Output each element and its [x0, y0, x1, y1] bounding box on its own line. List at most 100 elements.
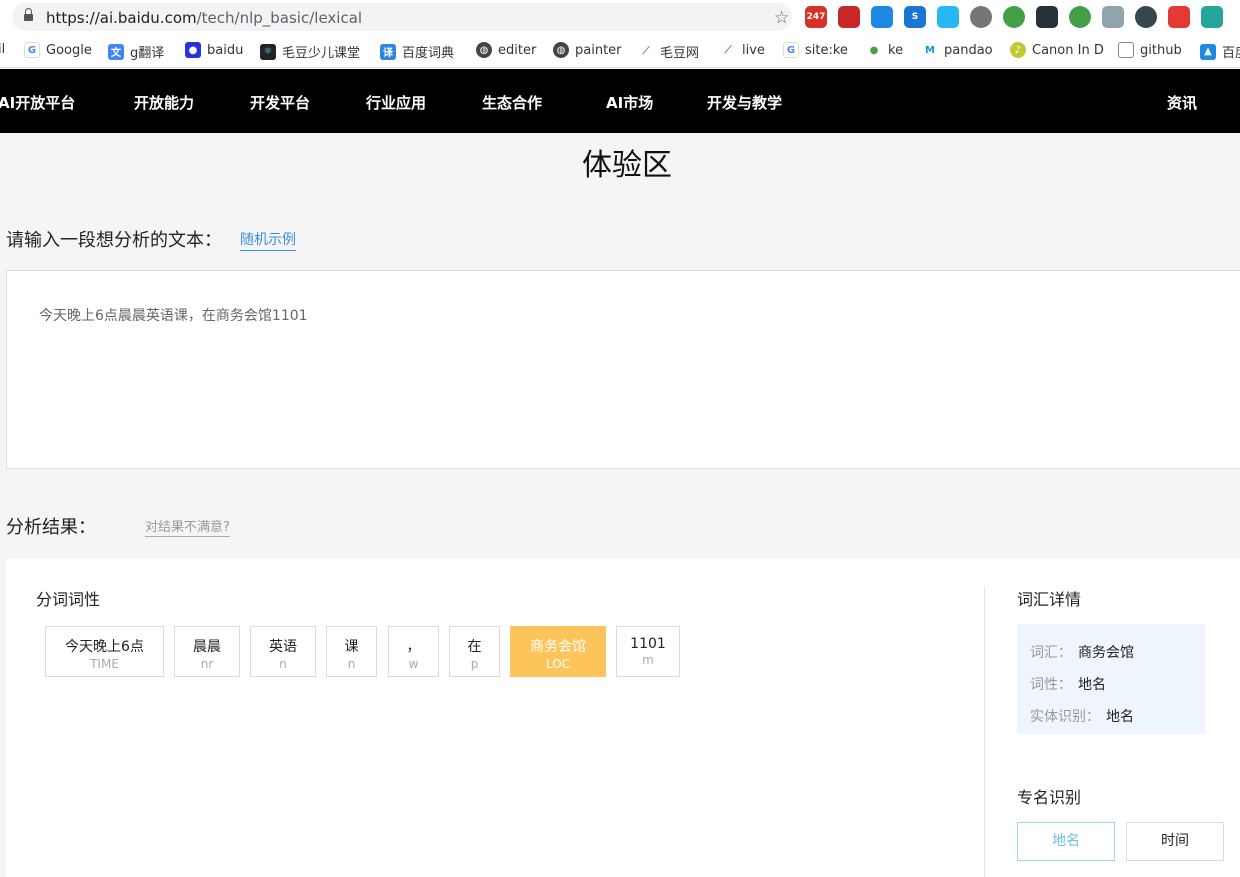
- result-panel: 分词词性 今天晚上6点 TIME 晨晨 nr 英语 n 课 n ， w 在 p …: [6, 559, 1240, 877]
- bookmark-google[interactable]: G Google: [24, 42, 92, 58]
- detail-row-entity: 实体识别： 地名: [1030, 701, 1192, 733]
- token-pos: w: [408, 657, 419, 671]
- token-pos: TIME: [90, 657, 119, 671]
- token-pos: m: [642, 653, 654, 667]
- nav-item-ecosystem[interactable]: 生态合作: [482, 92, 542, 113]
- text-input-box[interactable]: [6, 270, 1240, 469]
- input-prompt-label: 请输入一段想分析的文本：: [6, 230, 222, 251]
- bookmark-0[interactable]: il: [0, 42, 5, 57]
- text-input-field[interactable]: [7, 271, 1240, 468]
- token-chip[interactable]: 晨晨 nr: [174, 626, 240, 677]
- lock-icon: [24, 8, 33, 22]
- token-pos: p: [470, 657, 479, 671]
- bookmark-painter[interactable]: ◍ painter: [553, 42, 622, 58]
- nav-item-ai-market[interactable]: AI市场: [606, 92, 653, 113]
- tree-extension-icon[interactable]: [1201, 6, 1223, 28]
- token-chip-selected[interactable]: 商务会馆 LOC: [510, 626, 606, 677]
- dictionary-icon: 译: [380, 43, 396, 60]
- chart-icon: ▲: [1200, 43, 1216, 60]
- screenshot-extension-icon[interactable]: [1102, 6, 1124, 28]
- detail-row-pos: 词性： 地名: [1030, 669, 1192, 701]
- bookmark-maodou-kids[interactable]: ⚛ 毛豆少儿课堂: [260, 42, 360, 61]
- random-example-link[interactable]: 随机示例: [240, 229, 296, 251]
- ner-location-button[interactable]: 地名: [1017, 822, 1115, 861]
- cloud-extension-icon[interactable]: [937, 6, 959, 28]
- detail-key: 词汇：: [1030, 645, 1072, 661]
- detail-row-word: 词汇： 商务会馆: [1030, 637, 1192, 669]
- folder-icon: [1118, 42, 1134, 58]
- bookmark-gtranslate[interactable]: 文 g翻译: [108, 42, 164, 61]
- token-word: 英语: [269, 639, 297, 655]
- token-word: 晨晨: [193, 639, 221, 655]
- flower-extension-icon[interactable]: [871, 6, 893, 28]
- bookmark-ke[interactable]: ● ke: [866, 42, 903, 58]
- globe-extension-icon[interactable]: [1135, 6, 1157, 28]
- token-pos: n: [347, 657, 356, 671]
- mail-extension-icon[interactable]: 247: [805, 6, 827, 28]
- token-word: ，: [406, 639, 421, 655]
- token-pos: n: [279, 657, 287, 671]
- segmentation-title: 分词词性: [36, 590, 101, 609]
- token-chip[interactable]: 课 n: [326, 626, 377, 677]
- address-bar[interactable]: https://ai.baidu.com/tech/nlp_basic/lexi…: [12, 3, 792, 31]
- google-icon: G: [24, 42, 40, 58]
- chat-extension-icon[interactable]: [970, 6, 992, 28]
- token-word: 1101: [630, 636, 666, 652]
- bookmark-baidu-2[interactable]: ▲百度: [1200, 42, 1240, 61]
- leaf-icon: ⟋: [638, 43, 654, 60]
- google-icon: G: [783, 42, 799, 58]
- nav-item-open-ability[interactable]: 开放能力: [134, 92, 194, 113]
- detail-value: 地名: [1078, 677, 1106, 693]
- bookmark-star-icon[interactable]: ☆: [774, 8, 789, 28]
- bookmark-pandao[interactable]: Mpandao: [922, 42, 993, 58]
- token-chip[interactable]: 英语 n: [250, 626, 316, 677]
- bean-icon: ●: [866, 42, 882, 58]
- detail-key: 词性：: [1030, 677, 1072, 693]
- page-title: 体验区: [582, 148, 672, 183]
- bookmark-canon[interactable]: ♪ Canon In D: [1010, 42, 1104, 58]
- token-chip[interactable]: ， w: [388, 626, 439, 677]
- dark-extension-icon[interactable]: [1036, 6, 1058, 28]
- token-word: 商务会馆: [530, 639, 586, 655]
- token-word: 今天晚上6点: [65, 639, 144, 655]
- detail-value: 地名: [1106, 709, 1134, 725]
- globe-icon: ◍: [476, 42, 492, 58]
- globe-icon: ◍: [553, 42, 569, 58]
- bookmark-maodou-web[interactable]: ⟋ 毛豆网: [638, 42, 699, 61]
- pen-extension-icon[interactable]: [1168, 6, 1190, 28]
- detail-key: 实体识别：: [1030, 709, 1100, 725]
- react-icon: ⚛: [260, 43, 276, 60]
- site-navbar: AI开放平台 开放能力 开发平台 行业应用 生态合作 AI市场 开发与教学 资讯: [0, 69, 1240, 133]
- bookmark-baidu-dict[interactable]: 译百度词典: [380, 42, 454, 61]
- extension-icons: 247 S: [805, 6, 1223, 28]
- book-extension-icon[interactable]: [838, 6, 860, 28]
- detail-value: 商务会馆: [1078, 645, 1134, 661]
- bookmark-github[interactable]: github: [1118, 42, 1182, 58]
- token-chip[interactable]: 1101 m: [616, 626, 680, 677]
- baidu-paw-icon: ●: [185, 42, 201, 58]
- token-chip[interactable]: 在 p: [449, 626, 500, 677]
- nav-item-news[interactable]: 资讯: [1167, 92, 1197, 113]
- bean-extension-icon[interactable]: [1003, 6, 1025, 28]
- token-pos: nr: [200, 657, 214, 671]
- nav-item-industry[interactable]: 行业应用: [366, 92, 426, 113]
- browser-toolbar: https://ai.baidu.com/tech/nlp_basic/lexi…: [0, 0, 1240, 34]
- ner-time-button[interactable]: 时间: [1126, 822, 1224, 861]
- bookmarks-bar: il GGoogle 文g翻译 ●baidu ⚛毛豆少儿课堂 译百度词典 ◍ed…: [0, 34, 1240, 68]
- brand-logo[interactable]: AI开放平台: [0, 92, 75, 113]
- feedback-link[interactable]: 对结果不满意?: [145, 516, 230, 537]
- translate-icon: 文: [108, 43, 124, 60]
- url-text[interactable]: https://ai.baidu.com/tech/nlp_basic/lexi…: [46, 9, 362, 27]
- bookmark-live[interactable]: ⟋ live: [720, 42, 765, 58]
- token-word: 在: [467, 639, 482, 655]
- token-word: 课: [344, 639, 359, 655]
- bean-extension-icon-2[interactable]: [1069, 6, 1091, 28]
- token-chip[interactable]: 今天晚上6点 TIME: [45, 626, 164, 677]
- nav-item-dev-teach[interactable]: 开发与教学: [707, 92, 782, 113]
- nav-item-dev-platform[interactable]: 开发平台: [250, 92, 310, 113]
- bookmark-site-ke[interactable]: Gsite:ke: [783, 42, 848, 58]
- token-pos: LOC: [545, 657, 571, 671]
- s-extension-icon[interactable]: S: [904, 6, 926, 28]
- bookmark-baidu[interactable]: ● baidu: [185, 42, 243, 58]
- bookmark-editer[interactable]: ◍ editer: [476, 42, 536, 58]
